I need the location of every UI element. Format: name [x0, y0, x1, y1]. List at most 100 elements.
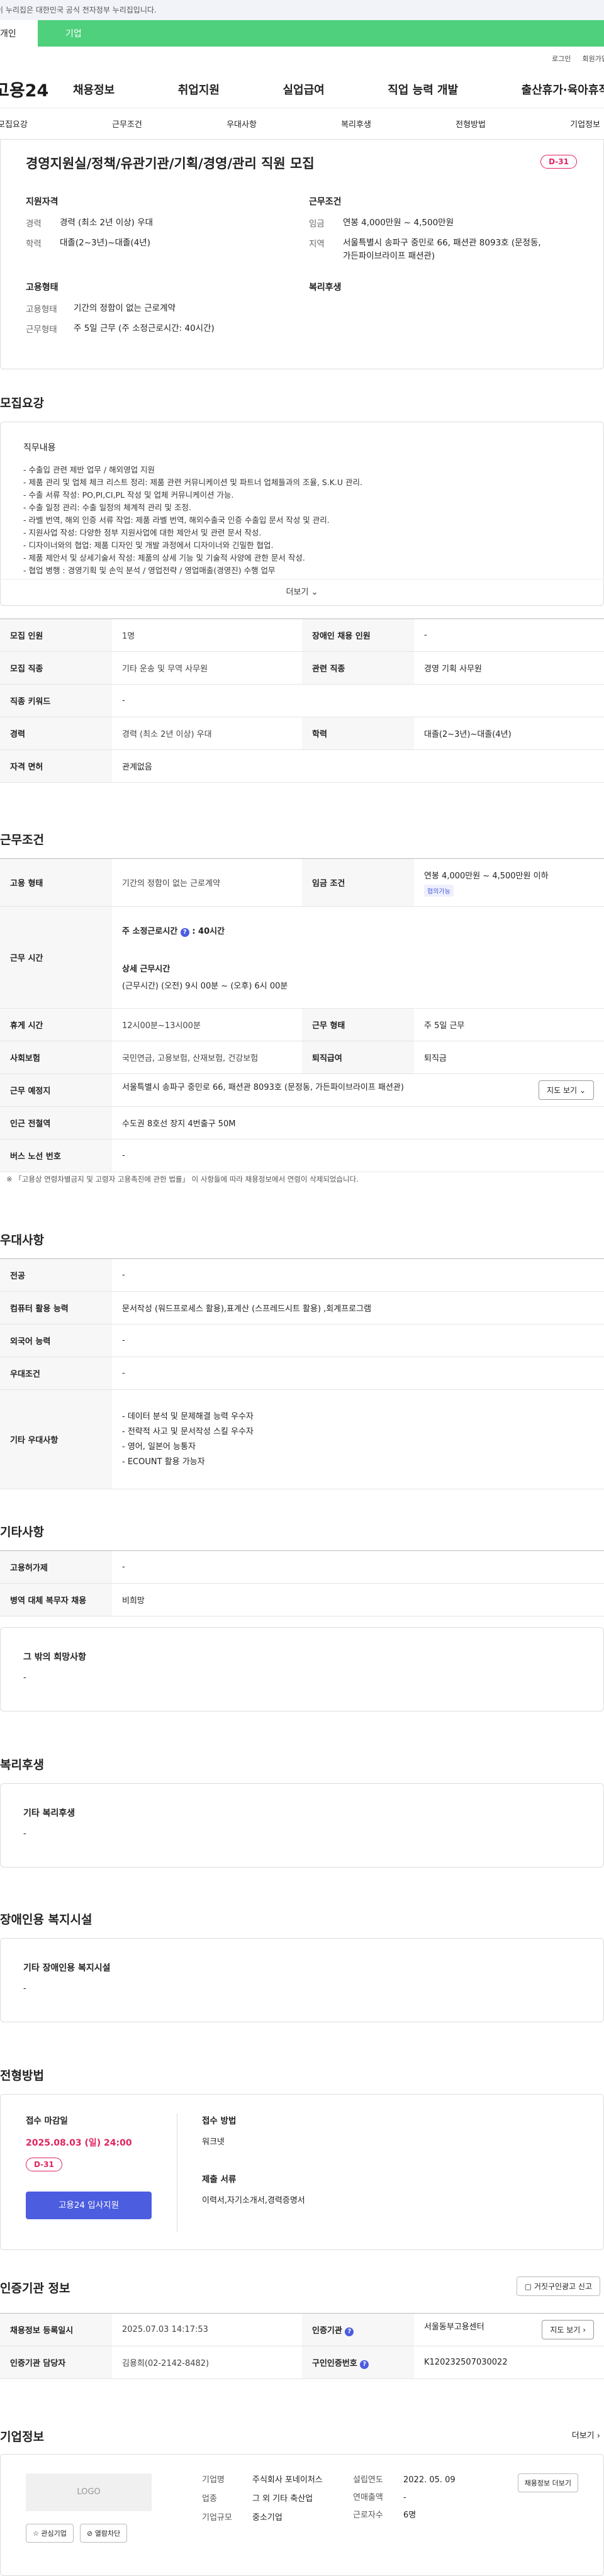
cell-header: 버스 노선 번호	[0, 1139, 112, 1172]
cell-value: -	[112, 684, 604, 717]
recruit-table: 모집 인원 1명 장애인 채용 인원 - 모집 직종 기타 운송 및 무역 사무원 관련 …	[0, 619, 604, 783]
detail-hours-label: 상세 근무시간	[122, 964, 171, 974]
cell-header: 인증기관 담당자	[0, 2346, 112, 2379]
recruit-section-title: 모집요강	[0, 396, 44, 410]
welfare-heading: 복리후생	[309, 283, 342, 293]
cell-header: 직종 키워드	[0, 684, 112, 717]
apply-section-title: 전형방법	[0, 2069, 44, 2083]
gnb-item-employment-support[interactable]: 취업지원	[178, 81, 220, 98]
gnb-item-training[interactable]: 직업 능력 개발	[388, 81, 458, 98]
detail-hours-value: (근무시간) (오전) 9시 00분 ~ (오후) 6시 00분	[122, 981, 288, 991]
star-icon: ☆	[33, 2529, 39, 2538]
cell-value: -	[112, 1139, 604, 1172]
table-row: 직종 키워드 -	[0, 684, 604, 717]
info-icon[interactable]: ?	[345, 2327, 354, 2336]
company-size-value: 중소기업	[252, 2513, 282, 2523]
docs-label: 제출 서류	[202, 2175, 237, 2185]
dday-badge: D-31	[26, 2158, 62, 2171]
tab-apply-method[interactable]: 전형방법	[456, 118, 486, 130]
tab-business[interactable]: 기업	[38, 20, 604, 47]
cell-value: K120232507030022	[414, 2346, 604, 2379]
tab-personal[interactable]: 개인	[0, 20, 38, 47]
info-icon[interactable]: ?	[180, 927, 189, 937]
industry-value: 그 외 기타 축산업	[252, 2494, 313, 2504]
apply-button[interactable]: 고용24 입사지원	[26, 2192, 152, 2219]
duty-line: - 수출 일정 관리: 수출 일정의 체계적 관리 및 조정.	[23, 503, 191, 512]
table-row: 모집 인원 1명 장애인 채용 인원 -	[0, 619, 604, 652]
chevron-down-icon: ⌄	[311, 588, 318, 597]
established-value: 2022. 05. 09	[403, 2475, 456, 2485]
gnb-item-leave[interactable]: 출산휴가·육아휴직	[522, 81, 604, 98]
company-more-link[interactable]: 더보기 ›	[572, 2429, 600, 2441]
company-name-value: 주식회사 포네이처스	[252, 2475, 323, 2485]
duty-line: - 제품 관리 및 업체 체크 리스트 정리: 제품 관련 커뮤니케이션 및 파…	[23, 478, 362, 487]
favorite-label: 관심기업	[41, 2529, 67, 2538]
block-icon: ⊘	[87, 2529, 93, 2538]
block-view-button[interactable]: ⊘ 열람차단	[80, 2524, 128, 2543]
deadline-label: 접수 마감일	[26, 2116, 68, 2126]
welfare-value: -	[23, 1829, 26, 1839]
site-logo[interactable]: 고용24	[0, 77, 69, 101]
pref-table: 전공 - 컴퓨터 활용 능력 문서작성 (워드프로세스 활용),표계산 (스프레드시…	[0, 1258, 604, 1489]
gov-banner-text: 이 누리집은 대한민국 공식 전자정부 누리집입니다.	[0, 6, 157, 14]
cell-value: 기간의 정함이 없는 근로계약	[112, 858, 302, 907]
map-button[interactable]: 지도 보기 ⌄	[539, 1080, 594, 1100]
cell-header: 휴게 시간	[0, 1008, 112, 1041]
cell-value: -	[112, 1324, 604, 1357]
cell-header: 채용정보 등록일시	[0, 2313, 112, 2346]
company-size-label: 기업규모	[202, 2513, 232, 2523]
section-tabs: 모집요강 근무조건 우대사항 복리후생 전형방법 기업정보	[0, 108, 604, 140]
tab-welfare[interactable]: 복리후생	[341, 118, 371, 130]
cell-header: 장애인 채용 인원	[302, 619, 414, 652]
gnb-item-jobs[interactable]: 채용정보	[73, 81, 115, 98]
cell-header: 관련 직종	[302, 651, 414, 685]
tab-recruit[interactable]: 모집요강	[0, 118, 28, 130]
weekly-hours-value: : 40시간	[192, 926, 225, 936]
employees-value: 6명	[403, 2511, 417, 2520]
company-logo: LOGO	[26, 2473, 152, 2511]
cell-value: 국민연금, 고용보험, 산재보험, 건강보험	[112, 1041, 302, 1074]
tab-work-conditions[interactable]: 근무조건	[112, 118, 142, 130]
map-button-label: 지도 보기	[547, 1086, 578, 1095]
cell-value: 대졸(2~3년)~대졸(4년)	[414, 717, 604, 750]
tab-preferences[interactable]: 우대사항	[226, 118, 257, 130]
disability-box: 기타 장애인용 복지시설 -	[0, 1938, 604, 2022]
cert-table: 채용정보 등록일시 2025.07.03 14:17:53 인증기관 ? 서울동부고용…	[0, 2313, 604, 2379]
tab-company[interactable]: 기업정보	[570, 118, 600, 130]
join-link[interactable]: 회원가입	[583, 53, 604, 64]
cell-value: 경영 기획 사무원	[414, 651, 604, 685]
more-button[interactable]: 더보기 ⌄	[0, 579, 604, 605]
negotiable-badge: 협의가능	[424, 884, 454, 897]
favorite-company-button[interactable]: ☆ 관심기업	[26, 2524, 74, 2543]
cell-header: 기타 우대사항	[0, 1389, 112, 1489]
cell-value: 1명	[112, 619, 302, 652]
etc-table: 고용허가제 - 병역 대체 복무자 채용 비희망	[0, 1550, 604, 1616]
docs-value: 이력서,자기소개서,경력증명서	[202, 2196, 305, 2205]
pref-line: - 영어, 일본어 능통자	[122, 1442, 196, 1452]
report-fake-ad-button[interactable]: ▢ 거짓구인광고 신고	[516, 2276, 600, 2296]
login-link[interactable]: 로그인	[552, 53, 571, 64]
wage-cell: 연봉 4,000만원 ~ 4,500만원 이하 협의가능	[414, 858, 604, 907]
company-box: LOGO ☆ 관심기업 ⊘ 열람차단 기업명 주식회사 포네이처스 업종 그 외 기…	[0, 2454, 604, 2576]
cell-header: 전공	[0, 1258, 112, 1292]
more-label: 더보기	[286, 588, 309, 597]
chevron-down-icon: ⌄	[579, 1086, 586, 1095]
etc-section-title: 기타사항	[0, 1525, 44, 1539]
report-icon: ▢	[524, 2282, 532, 2291]
cell-header: 외국어 능력	[0, 1324, 112, 1357]
other-wishes-label: 그 밖의 희망사항	[23, 1652, 86, 1662]
info-icon[interactable]: ?	[360, 2360, 369, 2369]
duty-line: - 지원사업 작성: 다양한 정부 지원사업에 대한 제안서 및 관련 문서 작…	[23, 528, 262, 537]
cell-value: 수도권 8호선 장지 4번출구 50M	[112, 1106, 604, 1140]
map-button[interactable]: 지도 보기 ›	[542, 2320, 594, 2339]
job-title: 경영지원실/정책/유관기관/기획/경영/관리 직원 모집	[26, 156, 315, 171]
cert-num-label: 구인인증번호	[312, 2358, 357, 2368]
cell-header: 근무 예정지	[0, 1073, 112, 1107]
company-jobs-button[interactable]: 채용정보 더보기	[517, 2473, 578, 2492]
cell-header: 임금 조건	[302, 858, 414, 907]
map-button-label: 지도 보기	[550, 2326, 581, 2334]
cell-value: 퇴직금	[414, 1041, 604, 1074]
chevron-right-icon: ›	[596, 2431, 600, 2441]
cert-org-label: 인증기관	[312, 2326, 342, 2336]
gnb-item-unemployment[interactable]: 실업급여	[283, 81, 325, 98]
